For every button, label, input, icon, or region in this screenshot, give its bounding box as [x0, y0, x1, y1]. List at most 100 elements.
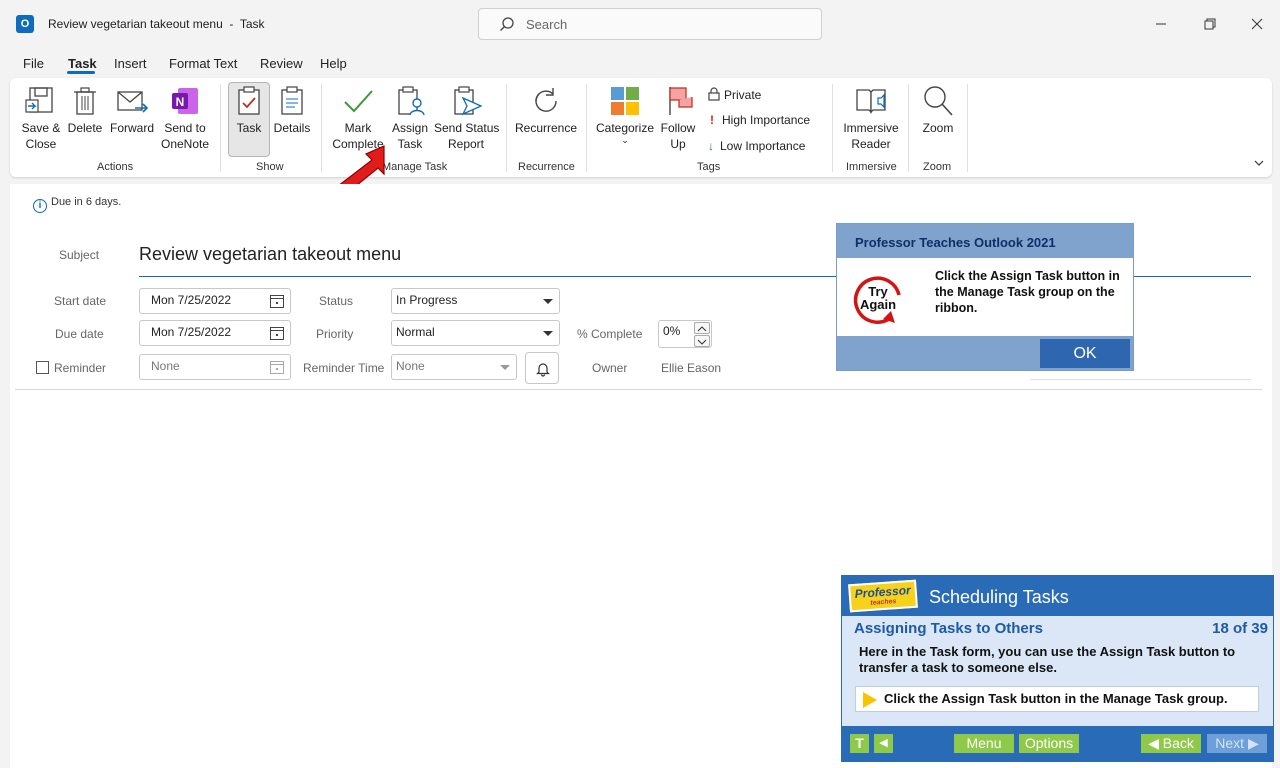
chevron-down-icon	[543, 331, 553, 336]
recurrence-label: Recurrence	[514, 121, 578, 135]
save-close-icon	[25, 87, 53, 113]
status-value: In Progress	[396, 293, 458, 307]
start-date-field[interactable]: Mon 7/25/2022	[139, 288, 291, 314]
tab-help[interactable]: Help	[320, 56, 347, 71]
actions-group-label: Actions	[97, 161, 134, 173]
back-button[interactable]: ◀ Back	[1141, 734, 1201, 753]
owner-divider	[1030, 379, 1251, 380]
save-close-button[interactable]: Save & Close	[18, 84, 64, 152]
down-arrow-icon: ↓	[708, 139, 714, 153]
delete-label: Delete	[67, 121, 103, 135]
show-task-label: Task	[236, 121, 262, 135]
show-task-button[interactable]: Task	[230, 84, 268, 136]
search-icon	[500, 17, 514, 31]
high-importance-label: High Importance	[722, 113, 811, 127]
categorize-icon	[611, 87, 639, 115]
ribbon-collapse-chevron-icon[interactable]	[1253, 158, 1265, 168]
send-status-report-button[interactable]: Send Status Report	[434, 84, 500, 152]
assign-task-button[interactable]: Assign Task	[388, 84, 432, 152]
percent-complete-value: 0%	[663, 324, 681, 338]
tutorial-title: Scheduling Tasks	[929, 587, 1069, 607]
subject-field[interactable]: Review vegetarian takeout menu	[139, 244, 401, 265]
low-importance-button[interactable]: ↓ Low Importance	[708, 139, 805, 153]
audio-back-button[interactable]: ◀	[874, 734, 893, 753]
spin-down-icon[interactable]	[694, 335, 710, 347]
tab-format-text[interactable]: Format Text	[169, 56, 237, 71]
zoom-button[interactable]: Zoom	[916, 84, 960, 136]
immersive-reader-button[interactable]: Immersive Reader	[840, 84, 902, 152]
tutorial-header: Professor teaches Scheduling Tasks	[842, 576, 1273, 616]
reminder-time-dropdown[interactable]: None	[391, 354, 517, 380]
title-bar: O Review vegetarian takeout menu - Task …	[0, 0, 1280, 48]
chevron-down-icon: ⌄	[621, 135, 629, 145]
reminder-sound-button[interactable]	[525, 352, 559, 384]
tab-insert[interactable]: Insert	[114, 56, 147, 71]
lock-icon	[708, 87, 720, 101]
ok-button[interactable]: OK	[1040, 339, 1130, 368]
priority-dropdown[interactable]: Normal	[391, 320, 560, 346]
next-button[interactable]: Next ▶	[1207, 734, 1267, 753]
close-icon[interactable]	[1247, 14, 1267, 34]
reminder-checkbox[interactable]	[36, 361, 49, 374]
ribbon-divider	[908, 84, 909, 172]
play-arrow-icon	[863, 692, 877, 708]
start-date-value: Mon 7/25/2022	[151, 293, 232, 307]
forward-button[interactable]: Forward	[108, 84, 156, 136]
minimize-icon[interactable]	[1151, 14, 1171, 34]
again-label: Again	[860, 297, 896, 312]
status-label: Status	[319, 294, 354, 308]
calendar-icon[interactable]	[269, 325, 285, 341]
search-box[interactable]: Search	[478, 8, 822, 40]
ribbon-divider	[506, 84, 507, 172]
calendar-icon[interactable]	[269, 359, 285, 375]
categorize-label: Categorize	[595, 121, 655, 135]
reminder-time-label: Reminder Time	[303, 361, 385, 375]
info-icon: i	[33, 199, 47, 213]
lesson-instruction: Click the Assign Task button in the Mana…	[855, 686, 1259, 712]
delete-button[interactable]: Delete	[66, 84, 104, 136]
owner-value: Ellie Eason	[661, 361, 722, 375]
start-date-label: Start date	[54, 294, 107, 308]
low-importance-label: Low Importance	[720, 139, 806, 153]
dialog-footer: OK	[837, 336, 1133, 370]
calendar-icon[interactable]	[269, 293, 285, 309]
dialog-title: Professor Teaches Outlook 2021	[855, 235, 1056, 250]
details-icon	[281, 86, 303, 115]
menu-button[interactable]: Menu	[954, 734, 1014, 753]
try-again-icon: Try Again	[853, 276, 901, 324]
status-dropdown[interactable]: In Progress	[391, 288, 560, 314]
follow-up-button[interactable]: Follow Up	[656, 84, 700, 152]
search-placeholder: Search	[526, 17, 568, 32]
restore-icon[interactable]	[1199, 14, 1219, 34]
ribbon: Save & Close Delete Forward N Send to On…	[10, 78, 1272, 177]
percent-complete-label: % Complete	[577, 327, 643, 341]
svg-text:N: N	[176, 95, 185, 109]
send-status-label: Send Status Report	[434, 121, 500, 151]
percent-complete-spinner[interactable]: 0%	[658, 320, 712, 348]
send-onenote-button[interactable]: N Send to OneNote	[158, 84, 212, 152]
ribbon-divider	[220, 84, 221, 172]
assign-task-icon	[398, 86, 425, 116]
due-date-field[interactable]: Mon 7/25/2022	[139, 320, 291, 346]
private-button[interactable]: Private	[708, 87, 761, 102]
spin-up-icon[interactable]	[694, 322, 710, 334]
recurrence-button[interactable]: Recurrence	[514, 84, 578, 136]
show-details-button[interactable]: Details	[272, 84, 312, 136]
professor-logo: Professor teaches	[848, 579, 918, 613]
subject-label: Subject	[59, 248, 100, 262]
tab-task[interactable]: Task	[68, 56, 97, 71]
lesson-counter: 18 of 39	[1212, 620, 1268, 637]
categorize-button[interactable]: Categorize ⌄	[594, 84, 656, 145]
tab-file[interactable]: File	[23, 56, 44, 71]
high-importance-button[interactable]: ! High Importance	[710, 113, 810, 127]
reminder-date-field[interactable]: None	[139, 354, 291, 380]
lesson-title: Assigning Tasks to Others	[854, 620, 1043, 637]
checkmark-icon	[344, 90, 373, 113]
dialog-message: Click the Assign Task button in the Mana…	[935, 269, 1120, 315]
forward-label: Forward	[109, 121, 154, 135]
chevron-down-icon	[500, 365, 510, 370]
options-button[interactable]: Options	[1019, 734, 1079, 753]
tab-review[interactable]: Review	[260, 56, 303, 71]
zoom-group-label: Zoom	[923, 161, 952, 173]
text-toggle-button[interactable]: T	[850, 734, 869, 753]
